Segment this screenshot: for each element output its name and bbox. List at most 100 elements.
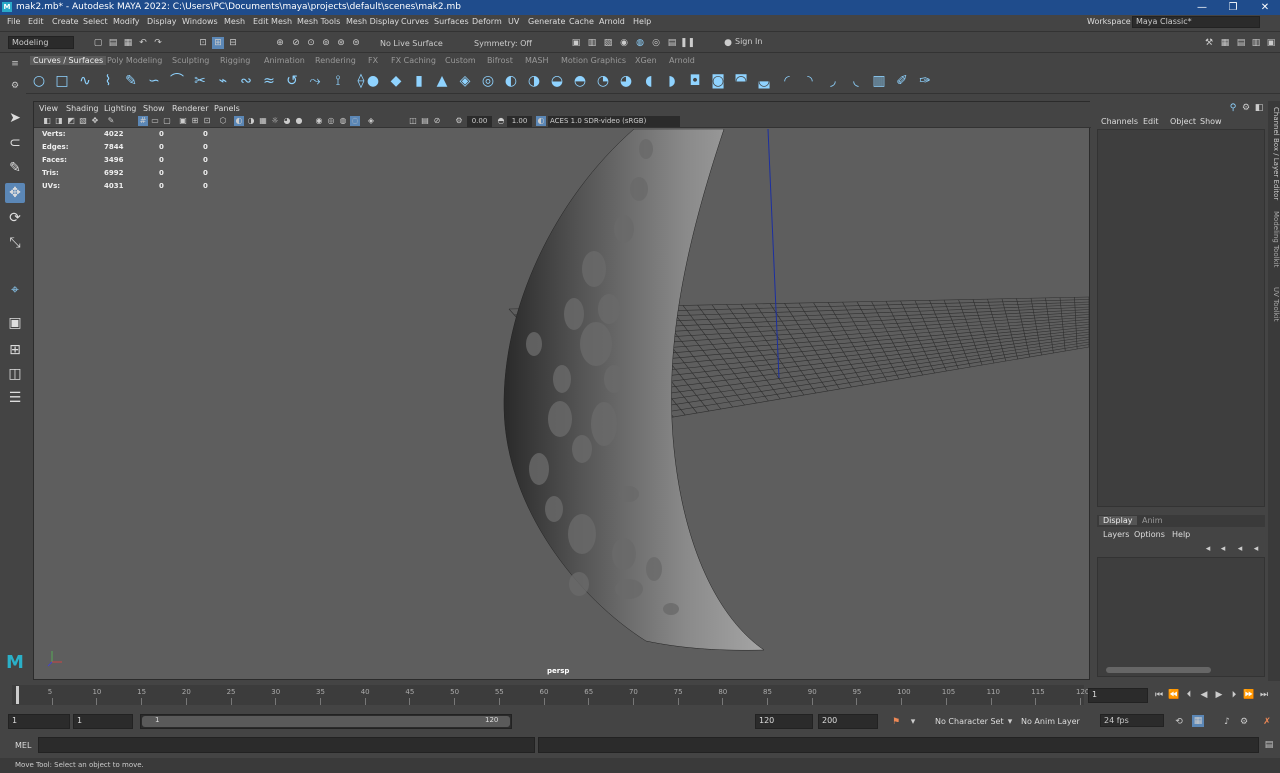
exposure-icon[interactable]: ⊘ [432,116,442,126]
select-camera-icon[interactable]: ◧ [42,116,52,126]
fps-dropdown[interactable]: 24 fps [1100,714,1164,727]
current-time-marker[interactable] [16,686,19,704]
sound-icon[interactable]: ♪ [1221,716,1233,728]
channels-object-menu[interactable]: Object [1170,117,1196,126]
menu-display[interactable]: Display [147,17,177,26]
loop-icon[interactable]: ⟲ [1173,716,1185,728]
command-input[interactable] [38,737,535,753]
range-slider-bar[interactable]: 1 120 [142,716,510,727]
viewport-menu-shading[interactable]: Shading [66,104,99,113]
select-component-icon[interactable]: ⊟ [227,37,239,49]
character-set-label[interactable]: No Character Set [935,717,1004,726]
playback-start-field[interactable]: 1 [73,714,133,729]
layer-tab-display[interactable]: Display [1099,516,1137,525]
shelf-tab-xgen[interactable]: XGen [632,56,660,65]
shelf-menu-icon[interactable]: ≡ [9,58,21,70]
cv-curve-icon[interactable]: ∿ [76,72,94,90]
arnold-render-icon[interactable]: ◍ [634,37,646,49]
lasso-tool-icon[interactable]: ⊂ [5,133,25,153]
side-tab-uv-toolkit[interactable]: UV Toolkit [1268,287,1280,321]
insert-knot-icon[interactable]: ⟟ [329,72,347,90]
nurbs-plane-icon[interactable]: ◈ [456,72,474,90]
image-plane-icon[interactable]: ▧ [78,116,88,126]
motion-blur-icon[interactable]: ◉ [314,116,324,126]
layout-icon[interactable]: ▣ [1265,37,1277,49]
channel-box-toggle-icon[interactable]: ⚲ [1227,102,1239,114]
xray-icon[interactable]: ◌ [350,116,360,126]
shelf-tab-bifrost[interactable]: Bifrost [484,56,516,65]
nurbs-circle-icon[interactable]: ○ [30,72,48,90]
menu-edit[interactable]: Edit [28,17,44,26]
step-back-key-icon[interactable]: ⏴ [1183,689,1195,701]
save-scene-icon[interactable]: ▦ [122,37,134,49]
attribute-editor-icon[interactable]: ▦ [1219,37,1231,49]
layer-list[interactable] [1097,557,1265,677]
select-object-icon[interactable]: ⊞ [212,37,224,49]
extrude-icon[interactable]: ◓ [571,72,589,90]
insert-isoparm-icon[interactable]: ▥ [870,72,888,90]
sculpt-geometry-icon[interactable]: ✐ [893,72,911,90]
attribute-toggle-icon[interactable]: ⚙ [1240,102,1252,114]
project-curve-icon[interactable]: ◙ [709,72,727,90]
gamma-toggle-icon[interactable]: ◓ [496,116,506,126]
nurbs-sphere-icon[interactable]: ● [364,72,382,90]
resolution-gate-icon[interactable]: ▢ [162,116,172,126]
menu-file[interactable]: File [7,17,20,26]
render-view-icon[interactable]: ◎ [650,37,662,49]
command-language-label[interactable]: MEL [15,741,31,750]
square-surface-icon[interactable]: ◖ [640,72,658,90]
snap-grid-icon[interactable]: ⊕ [274,37,286,49]
open-close-surface-icon[interactable]: ◟ [847,72,865,90]
nurbs-square-icon[interactable]: □ [53,72,71,90]
menu-edit-mesh[interactable]: Edit Mesh [253,17,292,26]
loft-icon[interactable]: ◑ [525,72,543,90]
maximize-button[interactable]: ❐ [1218,1,1248,14]
outliner-view-icon[interactable]: ☰ [5,388,25,408]
two-view-icon[interactable]: ◫ [5,364,25,384]
smooth-shade-icon[interactable]: ◐ [234,116,244,126]
use-all-lights-icon[interactable]: ☼ [270,116,280,126]
preferences-icon[interactable]: ⚙ [1238,716,1250,728]
menu-arnold[interactable]: Arnold [599,17,625,26]
step-back-frame-icon[interactable]: ⏪ [1168,689,1180,701]
shadows-icon[interactable]: ◕ [282,116,292,126]
planar-icon[interactable]: ◒ [548,72,566,90]
paint-effects-icon[interactable]: ✑ [916,72,934,90]
bevel-plus-icon[interactable]: ◗ [663,72,681,90]
key-settings-icon[interactable]: ▾ [907,716,919,728]
shelf-tab-rigging[interactable]: Rigging [217,56,253,65]
detach-surface-icon[interactable]: ◝ [801,72,819,90]
nurbs-torus-icon[interactable]: ◎ [479,72,497,90]
shelf-tab-curves-surfaces[interactable]: Curves / Surfaces [30,56,107,65]
menu-uv[interactable]: UV [508,17,519,26]
shelf-tab-custom[interactable]: Custom [442,56,479,65]
anim-layer-icon[interactable]: ▾ [1004,716,1016,728]
grease-pencil-icon[interactable]: ✎ [106,116,116,126]
detach-curve-icon[interactable]: ∾ [237,72,255,90]
bookmark-icon[interactable]: ◩ [66,116,76,126]
wireframe-on-shaded-icon[interactable]: ◑ [246,116,256,126]
play-backwards-icon[interactable]: ◀ [1198,689,1210,701]
attach-surface-icon[interactable]: ◜ [778,72,796,90]
side-tab-channel-box[interactable]: Channel Box / Layer Editor [1268,107,1280,200]
script-editor-icon[interactable]: ▤ [1263,739,1275,751]
anim-layer-label[interactable]: No Anim Layer [1021,717,1080,726]
cache-playback-icon[interactable]: ▦ [1192,715,1204,727]
gate-mask-icon[interactable]: ▣ [178,116,188,126]
step-forward-frame-icon[interactable]: ⏩ [1243,689,1255,701]
go-to-end-icon[interactable]: ⏭ [1258,689,1270,701]
menu-help[interactable]: Help [633,17,651,26]
multisample-icon[interactable]: ◎ [326,116,336,126]
arc-tool-icon[interactable]: ⌒ [168,72,186,90]
shelf-tab-sculpting[interactable]: Sculpting [169,56,212,65]
select-hierarchy-icon[interactable]: ⊡ [197,37,209,49]
paint-select-tool-icon[interactable]: ✎ [5,158,25,178]
attach-curve-icon[interactable]: ⌁ [214,72,232,90]
menu-cache[interactable]: Cache [569,17,594,26]
layer-move-up-icon[interactable]: ◂ [1202,543,1214,555]
menu-create[interactable]: Create [52,17,79,26]
cut-curve-icon[interactable]: ✂ [191,72,209,90]
extend-curve-icon[interactable]: ⤳ [306,72,324,90]
snap-point-icon[interactable]: ⊙ [305,37,317,49]
viewport-menu-panels[interactable]: Panels [214,104,240,113]
